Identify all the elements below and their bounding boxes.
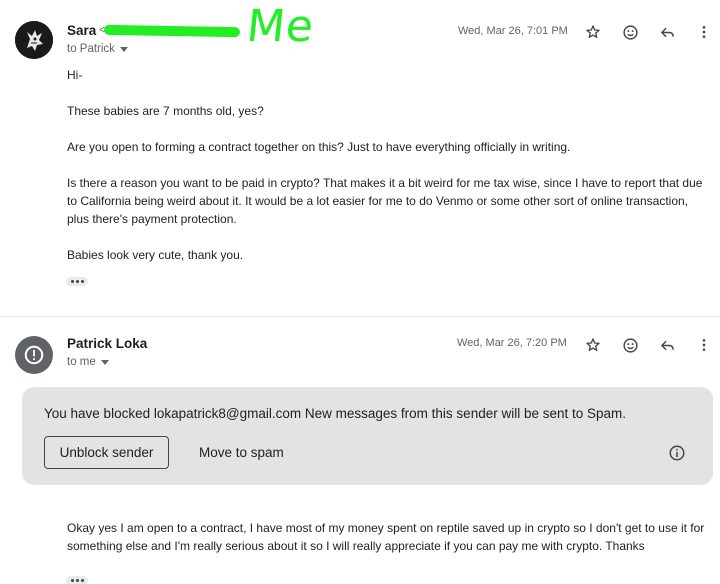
to-label: to me <box>67 356 96 368</box>
react-button[interactable] <box>618 333 642 357</box>
blocked-sender-banner: You have blocked lokapatrick8@gmail.com … <box>22 387 713 485</box>
more-options-button[interactable] <box>692 333 716 357</box>
react-button[interactable] <box>618 20 642 44</box>
star-button[interactable] <box>581 20 605 44</box>
show-trimmed-content-button[interactable] <box>66 277 88 286</box>
message-date: Wed, Mar 26, 7:01 PM <box>458 25 568 37</box>
message-patrick: Patrick Loka to me Wed, Mar 26, 7:20 PM … <box>0 316 720 584</box>
body-paragraph: Babies look very cute, thank you. <box>67 248 244 262</box>
caret-down-icon <box>100 360 109 365</box>
unblock-sender-button[interactable]: Unblock sender <box>44 436 169 469</box>
star-icon <box>586 338 600 351</box>
body-paragraph: Are you open to forming a contract toget… <box>67 140 571 154</box>
body-paragraph: These babies are 7 months old, yes? <box>67 104 264 118</box>
blocked-email: lokapatrick8@gmail.com <box>153 406 302 421</box>
emoji-icon <box>622 337 638 353</box>
move-to-spam-button[interactable]: Move to spam <box>187 436 296 469</box>
blocked-prefix: You have blocked <box>44 406 151 421</box>
message-body: Okay yes I am open to a contract, I have… <box>67 519 712 573</box>
recipient-details-toggle[interactable]: to me <box>67 356 109 368</box>
sender-name[interactable]: Sara <box>67 23 96 38</box>
blocked-suffix: New messages from this sender will be se… <box>304 406 627 421</box>
star-button[interactable] <box>581 333 605 357</box>
info-icon[interactable] <box>668 444 686 462</box>
more-vert-icon <box>702 339 706 351</box>
star-icon <box>586 25 600 38</box>
dragon-avatar-icon <box>15 21 53 59</box>
reply-button[interactable] <box>655 20 679 44</box>
alert-icon <box>24 345 44 365</box>
caret-down-icon <box>119 47 128 52</box>
reply-icon <box>660 27 674 37</box>
ellipsis-icon <box>70 280 74 283</box>
body-paragraph: Is there a reason you want to be paid in… <box>67 176 703 226</box>
blocked-notice-text: You have blocked lokapatrick8@gmail.com … <box>44 406 626 421</box>
recipient-details-toggle[interactable]: to Patrick <box>67 43 128 55</box>
emoji-icon <box>622 24 638 40</box>
body-paragraph: Hi- <box>67 68 83 82</box>
message-body: Hi- These babies are 7 months old, yes? … <box>67 66 712 282</box>
ellipsis-icon <box>70 579 74 582</box>
to-label: to Patrick <box>67 43 115 55</box>
sender-name[interactable]: Patrick Loka <box>67 336 147 351</box>
reply-button[interactable] <box>655 333 679 357</box>
message-sara: Sara < .com> Me to Patrick Wed, Mar 26, … <box>0 0 720 316</box>
avatar-sara[interactable] <box>15 21 53 59</box>
handwritten-annotation: Me <box>244 1 317 52</box>
reply-icon <box>660 340 674 350</box>
body-paragraph: Okay yes I am open to a contract, I have… <box>67 521 705 553</box>
avatar-patrick[interactable] <box>15 336 53 374</box>
more-vert-icon <box>702 26 706 38</box>
more-options-button[interactable] <box>692 20 716 44</box>
show-trimmed-content-button[interactable] <box>66 576 88 584</box>
message-date: Wed, Mar 26, 7:20 PM <box>457 337 567 349</box>
